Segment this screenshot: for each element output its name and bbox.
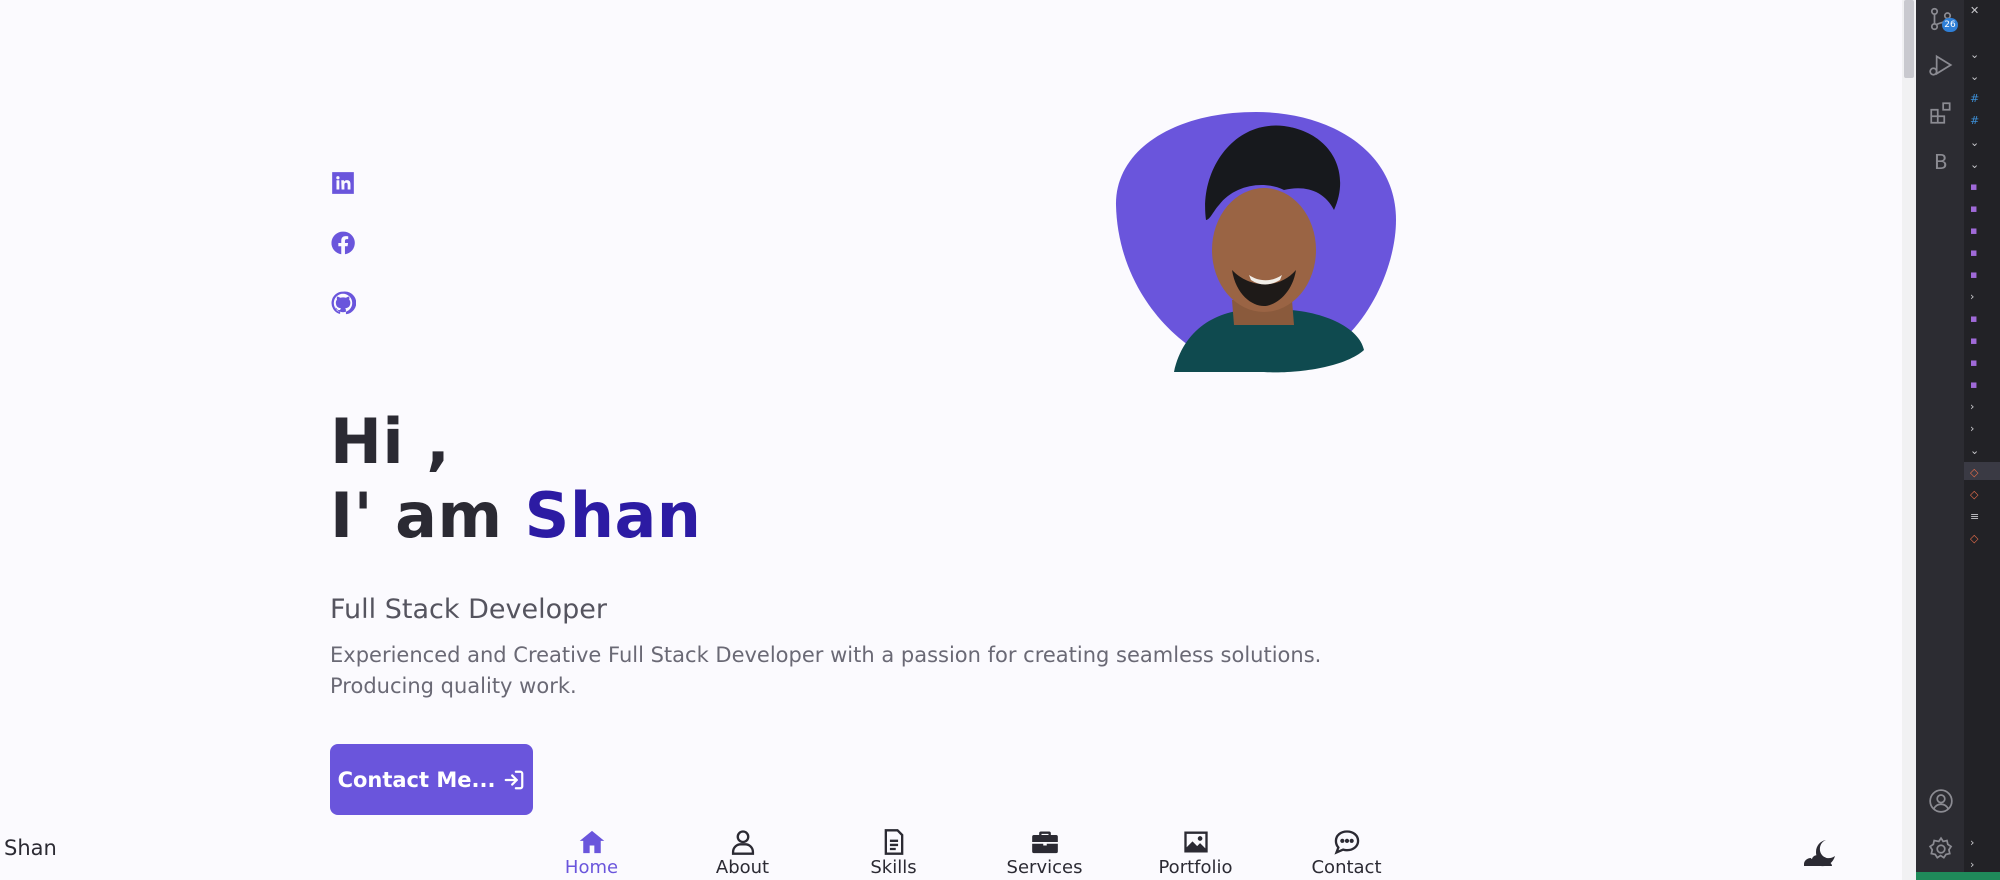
explorer-outline-row[interactable]: › [1970, 836, 1974, 849]
greeting-line-1: Hi , [330, 405, 451, 478]
nav-item-about[interactable]: About [667, 828, 818, 878]
explorer-timeline-row[interactable]: › [1970, 858, 1974, 871]
sign-in-arrow-icon [505, 770, 524, 789]
linkedin-icon [332, 172, 354, 194]
nav-item-services[interactable]: Services [969, 828, 1120, 878]
explorer-row[interactable]: ▪ [1970, 180, 1977, 193]
file-icon [884, 829, 903, 855]
facebook-icon [331, 231, 355, 255]
user-icon [731, 830, 754, 855]
explorer-row[interactable]: # [1970, 114, 1979, 127]
contact-me-button[interactable]: Contact Me... [330, 744, 533, 815]
extensions-icon[interactable] [1928, 100, 1954, 126]
explorer-row[interactable]: ⌄ [1970, 136, 1979, 149]
account-icon[interactable] [1928, 788, 1954, 814]
nav-item-contact[interactable]: Contact [1271, 828, 1422, 878]
explorer-row[interactable]: ▪ [1970, 334, 1977, 347]
nav-item-home[interactable]: Home [516, 828, 667, 878]
explorer-row[interactable]: ⌄ [1970, 158, 1979, 171]
explorer-row[interactable]: ≡ [1970, 510, 1979, 523]
explorer-row[interactable]: ◇ [1970, 532, 1978, 545]
nav-logo[interactable]: Shan [4, 836, 57, 860]
nav-menu: Home About Skills Services Portfolio Con… [516, 828, 1422, 878]
explorer-row[interactable]: # [1970, 92, 1979, 105]
hero-subtitle: Full Stack Developer [330, 594, 607, 625]
briefcase-icon [1031, 831, 1058, 854]
greeting-line-2: I' am Shan [330, 479, 701, 553]
portfolio-page: Hi , I' am Shan Full Stack Developer Exp… [0, 0, 1902, 880]
explorer-row[interactable]: ▪ [1970, 312, 1977, 325]
hero-description: Experienced and Creative Full Stack Deve… [330, 643, 1322, 698]
explorer-row[interactable]: ⌄ [1970, 444, 1979, 457]
facebook-link[interactable] [330, 230, 356, 256]
linkedin-link[interactable] [330, 170, 356, 196]
editor-status-bar [1916, 872, 2000, 880]
nav-item-skills[interactable]: Skills [818, 828, 969, 878]
explorer-row[interactable]: ⌄ [1970, 70, 1979, 83]
explorer-row[interactable]: ▪ [1970, 246, 1977, 259]
settings-gear-icon[interactable] [1928, 836, 1954, 862]
hero-name: Shan [524, 479, 702, 552]
nav-item-label: Contact [1311, 857, 1382, 878]
explorer-row[interactable]: ▪ [1970, 202, 1977, 215]
explorer-row[interactable]: ▪ [1970, 378, 1977, 391]
github-link[interactable] [330, 290, 356, 316]
explorer-row[interactable]: ▪ [1970, 224, 1977, 237]
explorer-row[interactable]: ◇ [1970, 466, 1978, 479]
greeting-prefix: I' am [330, 479, 503, 552]
editor-explorer-panel: ✕ ⌄ ⌄ # # ⌄ ⌄ ▪ ▪ ▪ ▪ ▪ › ▪ ▪ ▪ ▪ › › ⌄ … [1964, 0, 2000, 880]
page-scrollbar[interactable] [1902, 0, 1916, 880]
nav-item-label: Skills [870, 857, 917, 878]
profile-avatar [1115, 112, 1396, 373]
explorer-row[interactable]: ▪ [1970, 268, 1977, 281]
social-links [330, 170, 356, 350]
github-icon [331, 291, 356, 315]
run-debug-icon[interactable] [1928, 52, 1954, 78]
source-control-badge: 26 [1942, 18, 1958, 32]
moon-cloud-icon[interactable] [1802, 838, 1836, 868]
explorer-row[interactable]: ◇ [1970, 488, 1978, 501]
home-icon [579, 830, 604, 854]
page-scrollbar-thumb[interactable] [1904, 0, 1914, 78]
explorer-close-icon[interactable]: ✕ [1970, 4, 1979, 17]
contact-me-label: Contact Me... [337, 767, 496, 792]
explorer-row[interactable]: ▪ [1970, 356, 1977, 369]
message-icon [1333, 830, 1359, 855]
nav-item-label: About [715, 857, 770, 878]
bottom-nav: Shan Home About Skills Services Portfoli… [0, 826, 1902, 880]
nav-item-label: Portfolio [1158, 857, 1233, 878]
explorer-row[interactable]: ⌄ [1970, 48, 1979, 61]
bookmark-letter[interactable]: B [1934, 150, 1948, 174]
nav-item-label: Services [1006, 857, 1083, 878]
image-icon [1183, 831, 1208, 853]
nav-item-label: Home [564, 857, 619, 878]
explorer-row[interactable]: › [1970, 422, 1974, 435]
editor-activity-bar: 26 B [1916, 0, 1964, 880]
hero-greeting: Hi , I' am Shan [330, 405, 701, 553]
explorer-row[interactable]: › [1970, 290, 1974, 303]
explorer-row[interactable]: › [1970, 400, 1974, 413]
nav-item-portfolio[interactable]: Portfolio [1120, 828, 1271, 878]
